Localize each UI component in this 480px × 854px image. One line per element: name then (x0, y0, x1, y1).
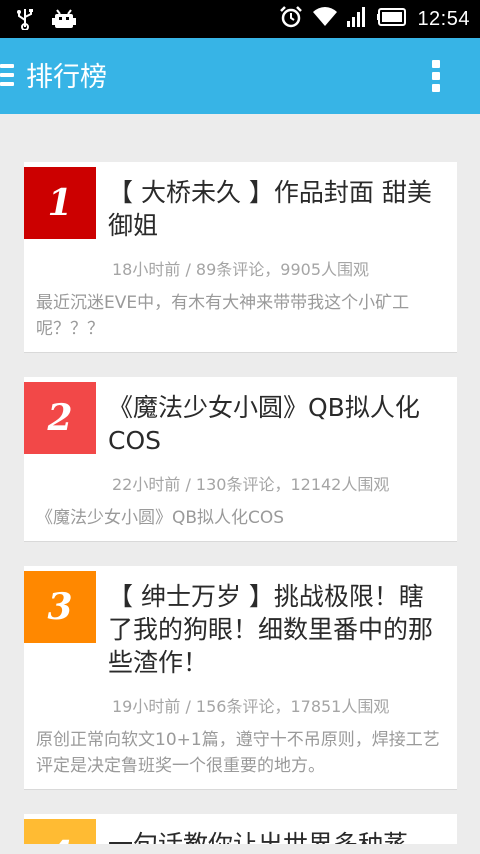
item-title: 一句话教你让出世界多种蒸 (108, 814, 457, 844)
page-title: 排行榜 (26, 62, 107, 93)
battery-icon (377, 8, 407, 30)
status-bar: 12:54 (0, 0, 480, 38)
ranking-list: 1 【 大桥未久 】作品封面 甜美御姐 18小时前 / 89条评论，9905人围… (24, 162, 457, 844)
rank-badge: 3 (24, 571, 96, 643)
item-title: 《魔法少女小圆》QB拟人化COS (108, 393, 420, 455)
list-item[interactable]: 1 【 大桥未久 】作品封面 甜美御姐 18小时前 / 89条评论，9905人围… (24, 162, 457, 353)
item-meta: 19小时前 / 156条评论，17851人围观 (112, 697, 390, 716)
item-title: 【 绅士万岁 】挑战极限！瞎了我的狗眼！细数里番中的那些渣作！ (108, 582, 434, 677)
list-item[interactable]: 4 一句话教你让出世界多种蒸 (24, 814, 457, 844)
list-item[interactable]: 3 【 绅士万岁 】挑战极限！瞎了我的狗眼！细数里番中的那些渣作！ 19小时前 … (24, 566, 457, 790)
android-debug-icon (52, 8, 76, 34)
list-item[interactable]: 2 《魔法少女小圆》QB拟人化COS 22小时前 / 130条评论，12142人… (24, 377, 457, 542)
rank-badge: 2 (24, 382, 96, 454)
item-summary: 最近沉迷EVE中，有木有大神来带带我这个小矿工呢？？？ (36, 293, 410, 339)
wifi-icon (313, 7, 338, 31)
menu-icon[interactable] (0, 64, 16, 88)
alarm-icon (279, 5, 303, 33)
app-bar: 排行榜 (0, 38, 480, 114)
item-title: 【 大桥未久 】作品封面 甜美御姐 (108, 178, 432, 240)
item-summary: 原创正常向软文10+1篇，遵守十不吊原则，焊接工艺评定是决定鲁班奖一个很重要的地… (36, 730, 440, 776)
item-summary: 《魔法少女小圆》QB拟人化COS (36, 508, 285, 528)
item-meta: 22小时前 / 130条评论，12142人围观 (112, 475, 390, 494)
rank-badge: 1 (24, 167, 96, 239)
rank-badge: 4 (24, 819, 96, 844)
usb-icon (16, 8, 34, 34)
item-meta: 18小时前 / 89条评论，9905人围观 (112, 260, 370, 279)
status-clock: 12:54 (417, 7, 470, 30)
signal-icon (347, 7, 367, 31)
overflow-menu-icon[interactable] (432, 60, 442, 94)
